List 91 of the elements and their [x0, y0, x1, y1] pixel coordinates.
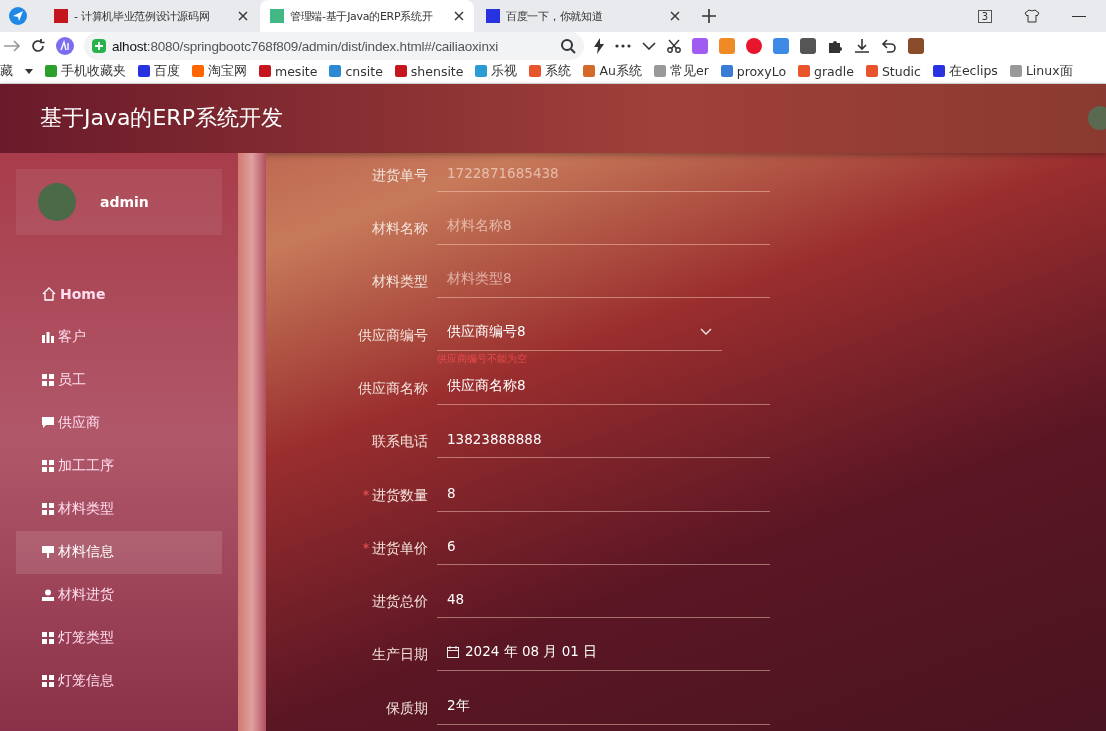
required-icon [363, 489, 369, 496]
field-label: 保质期 [385, 698, 428, 718]
caret-icon[interactable] [25, 68, 33, 74]
grid-icon [42, 503, 54, 516]
favicon-icon [270, 9, 284, 23]
new-tab-icon[interactable] [702, 9, 716, 23]
pushpin-icon [42, 546, 54, 559]
browser-tab[interactable]: - 计算机毕业范例设计源码网 [44, 0, 258, 32]
date-field[interactable]: 2024 年 08 月 01 日 [437, 634, 770, 672]
bookmark-link[interactable]: 在eclips [932, 62, 998, 80]
grid-icon [42, 374, 54, 387]
grid-icon [42, 632, 54, 645]
chevron-down-icon[interactable] [642, 42, 656, 50]
menu-item[interactable]: 材料信息 [16, 530, 222, 574]
field-label: 供应商名称 [357, 378, 428, 398]
bookmark-link[interactable]: 百度 [138, 62, 180, 80]
bookmark-link[interactable]: mesite [259, 63, 318, 79]
bookmark-link[interactable]: gradle [798, 63, 854, 79]
bookmark-link[interactable]: Linux面 [1009, 62, 1073, 80]
user-icon [42, 589, 54, 602]
calendar-icon [447, 646, 459, 659]
shirt-icon[interactable] [1024, 8, 1040, 24]
download-icon[interactable] [854, 38, 870, 54]
scissors-icon[interactable] [667, 39, 681, 53]
menu-item[interactable]: 材料进货 [16, 573, 222, 617]
bookmark-link[interactable]: 淘宝网 [192, 62, 247, 80]
grid-icon [42, 460, 54, 473]
menu-item[interactable]: 员工 [16, 358, 222, 402]
bookmark-link[interactable]: Studic [865, 63, 921, 79]
menu-item[interactable]: 材料类型 [16, 487, 222, 531]
required-icon [363, 542, 369, 549]
shield-icon [92, 39, 106, 53]
favicon-icon [486, 9, 500, 23]
field-label: 材料名称 [371, 219, 428, 239]
comment-icon [42, 417, 54, 430]
bookmark-link[interactable]: 乐视 [475, 62, 518, 80]
bookmark-link[interactable]: proxyLo [720, 63, 787, 79]
bolt-icon[interactable] [594, 38, 604, 54]
bookmark-link[interactable]: 常见er [653, 62, 709, 80]
bookmark-folder[interactable]: 藏 [0, 62, 13, 80]
menu-item[interactable]: 灯笼类型 [16, 616, 222, 660]
field-label: 供应商编号 [357, 325, 428, 345]
browser-logo-icon[interactable] [8, 6, 28, 26]
tab-count[interactable]: 3 [977, 9, 992, 23]
reload-icon[interactable] [30, 38, 46, 54]
arrow-icon[interactable] [4, 40, 20, 52]
assistant-icon[interactable] [56, 37, 74, 55]
bookmark-link[interactable]: Au系统 [583, 62, 642, 80]
minimize-icon[interactable] [1072, 15, 1086, 17]
field-label: 进货总价 [371, 592, 428, 612]
field-label: 进货单号 [371, 165, 428, 185]
more-icon[interactable] [615, 44, 631, 48]
bookmark-link[interactable]: cnsite [329, 63, 383, 79]
field-label: 联系电话 [371, 432, 428, 452]
menu-item[interactable]: 供应商 [16, 401, 222, 445]
close-icon[interactable] [454, 11, 464, 21]
select-field[interactable]: 供应商编号8 [437, 314, 722, 351]
input-field[interactable]: 2年 [437, 687, 770, 725]
user-name: admin [100, 193, 149, 210]
grid-icon [42, 675, 54, 688]
error-message: 供应商编号不能为空 [437, 351, 527, 366]
input-field[interactable]: 48 [437, 581, 770, 619]
field-label: 材料类型 [371, 272, 428, 292]
browser-tab[interactable]: 百度一下，你就知道 [476, 0, 690, 32]
field-label: 生产日期 [371, 645, 428, 665]
input-field[interactable]: 供应商名称8 [437, 367, 770, 405]
bar-chart-icon [42, 331, 54, 344]
favicon-icon [54, 9, 68, 23]
avatar-icon [38, 182, 76, 221]
search-icon[interactable] [560, 38, 576, 54]
field-label: 进货数量 [356, 464, 428, 518]
address-field[interactable]: alhost:8080/springbootc768f809/admin/dist/index.html#/cailiaoxinxi [84, 32, 584, 60]
input-field[interactable]: 8 [437, 474, 770, 512]
field-label: 进货单价 [356, 517, 428, 572]
menu-item[interactable]: 加工工序 [16, 444, 222, 488]
bookmark-link[interactable]: 手机收藏夹 [45, 62, 126, 80]
home-icon [42, 287, 56, 302]
menu-item[interactable]: 客户 [16, 315, 222, 359]
chevron-down-icon [700, 328, 712, 337]
puzzle-icon[interactable] [827, 38, 843, 54]
close-icon[interactable] [238, 11, 248, 21]
app-title: 基于Java的ERP系统开发 [40, 104, 283, 133]
close-icon[interactable] [670, 11, 680, 21]
browser-tab[interactable]: 管理端-基于Java的ERP系统开 [260, 0, 474, 32]
input-field[interactable]: 13823888888 [437, 421, 770, 459]
input-field[interactable]: 6 [437, 527, 770, 565]
bookmark-link[interactable]: 系统 [529, 62, 572, 80]
menu-item[interactable]: Home [16, 272, 222, 316]
menu-item[interactable]: 灯笼信息 [16, 659, 222, 703]
bookmark-link[interactable]: shensite [394, 63, 464, 79]
undo-icon[interactable] [881, 38, 897, 54]
